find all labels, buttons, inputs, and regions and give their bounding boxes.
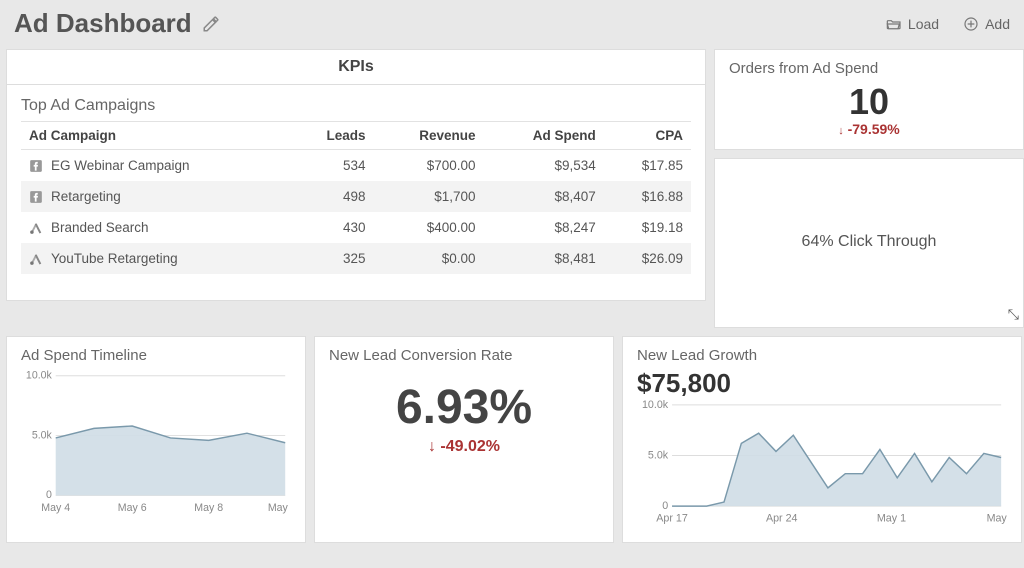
cell-leads: 430 [290, 212, 374, 243]
ctr-text: 64% Click Through [802, 233, 937, 251]
cell-leads: 325 [290, 243, 374, 274]
svg-text:10.0k: 10.0k [26, 370, 53, 382]
arrow-down-icon: ↓ [838, 125, 844, 137]
campaigns-table: Ad Campaign Leads Revenue Ad Spend CPA E… [21, 121, 691, 274]
google-ads-icon [29, 221, 43, 235]
campaign-name: YouTube Retargeting [51, 251, 178, 266]
lead-growth-chart: 0 5.0k 10.0k Apr 17 Apr 24 May 1 May 8 [637, 399, 1007, 526]
lead-growth-card: New Lead Growth $75,800 0 5.0k 10.0k Apr 17… [622, 336, 1022, 544]
cell-leads: 534 [290, 150, 374, 182]
svg-text:May 1: May 1 [877, 512, 906, 524]
cell-leads: 498 [290, 181, 374, 212]
lead-growth-value: $75,800 [637, 368, 1007, 399]
col-leads[interactable]: Leads [290, 122, 374, 150]
spend-timeline-card: Ad Spend Timeline 0 5.0k 10.0k May 4 May 6 Ma… [6, 336, 306, 544]
table-header-row: Ad Campaign Leads Revenue Ad Spend CPA [21, 122, 691, 150]
facebook-icon [29, 190, 43, 204]
load-label: Load [908, 16, 939, 32]
cell-cpa: $26.09 [604, 243, 691, 274]
cell-cpa: $17.85 [604, 150, 691, 182]
orders-delta-value: -79.59% [848, 121, 900, 137]
load-button[interactable]: Load [886, 16, 939, 32]
cell-spend: $8,247 [484, 212, 604, 243]
svg-text:5.0k: 5.0k [648, 449, 669, 461]
svg-text:May 4: May 4 [41, 502, 70, 514]
svg-text:Apr 24: Apr 24 [766, 512, 798, 524]
add-label: Add [985, 16, 1010, 32]
orders-title: Orders from Ad Spend [729, 60, 1009, 77]
cell-revenue: $0.00 [374, 243, 484, 274]
svg-text:May 8: May 8 [987, 512, 1007, 524]
resize-handle-icon[interactable]: ⤡ [1008, 306, 1019, 323]
cell-revenue: $400.00 [374, 212, 484, 243]
cell-spend: $9,534 [484, 150, 604, 182]
orders-card: Orders from Ad Spend 10 ↓ -79.59% [714, 49, 1024, 150]
facebook-icon [29, 159, 43, 173]
cell-spend: $8,481 [484, 243, 604, 274]
cell-cpa: $16.88 [604, 181, 691, 212]
folder-open-icon [886, 16, 902, 32]
cell-spend: $8,407 [484, 181, 604, 212]
table-row[interactable]: YouTube Retargeting 325$0.00$8,481$26.09 [21, 243, 691, 274]
conversion-title: New Lead Conversion Rate [329, 347, 599, 364]
campaign-name: EG Webinar Campaign [51, 158, 190, 173]
right-column: Orders from Ad Spend 10 ↓ -79.59% 64% Cl… [714, 49, 1024, 328]
svg-text:0: 0 [662, 500, 668, 512]
svg-text:May 10: May 10 [268, 502, 291, 514]
lead-growth-title: New Lead Growth [637, 347, 1007, 364]
svg-text:May 8: May 8 [194, 502, 223, 514]
page-title: Ad Dashboard [14, 8, 192, 39]
campaign-name: Branded Search [51, 220, 149, 235]
kpis-section: KPIs Top Ad Campaigns Ad Campaign Leads … [6, 49, 706, 328]
cell-cpa: $19.18 [604, 212, 691, 243]
conversion-delta-value: -49.02% [440, 438, 500, 455]
orders-value: 10 [729, 83, 1009, 121]
table-row[interactable]: Branded Search 430$400.00$8,247$19.18 [21, 212, 691, 243]
kpis-header: KPIs [6, 49, 706, 84]
svg-text:10.0k: 10.0k [642, 399, 669, 411]
svg-text:0: 0 [46, 489, 52, 501]
kpis-body: Top Ad Campaigns Ad Campaign Leads Reven… [6, 84, 706, 301]
header-actions: Load Add [886, 16, 1010, 32]
add-button[interactable]: Add [963, 16, 1010, 32]
cell-revenue: $1,700 [374, 181, 484, 212]
col-spend[interactable]: Ad Spend [484, 122, 604, 150]
orders-delta: ↓ -79.59% [729, 121, 1009, 137]
ctr-card: 64% Click Through ⤡ [714, 158, 1024, 328]
col-revenue[interactable]: Revenue [374, 122, 484, 150]
header-left: Ad Dashboard [14, 8, 220, 39]
conversion-delta: ↓ -49.02% [329, 438, 599, 456]
conversion-value: 6.93% [329, 384, 599, 432]
spend-timeline-title: Ad Spend Timeline [21, 347, 291, 364]
table-row[interactable]: EG Webinar Campaign 534$700.00$9,534$17.8… [21, 150, 691, 182]
arrow-down-icon: ↓ [428, 438, 436, 455]
google-ads-icon [29, 252, 43, 266]
col-campaign[interactable]: Ad Campaign [21, 122, 290, 150]
bottom-row: Ad Spend Timeline 0 5.0k 10.0k May 4 May 6 Ma… [6, 336, 1024, 544]
page-header: Ad Dashboard Load Add [0, 0, 1024, 49]
campaign-name: Retargeting [51, 189, 121, 204]
svg-text:Apr 17: Apr 17 [656, 512, 688, 524]
col-cpa[interactable]: CPA [604, 122, 691, 150]
campaigns-title: Top Ad Campaigns [21, 97, 691, 115]
svg-text:5.0k: 5.0k [32, 429, 53, 441]
svg-text:May 6: May 6 [118, 502, 147, 514]
table-row[interactable]: Retargeting 498$1,700$8,407$16.88 [21, 181, 691, 212]
spend-timeline-chart: 0 5.0k 10.0k May 4 May 6 May 8 May 10 [21, 370, 291, 515]
edit-icon[interactable] [202, 15, 220, 33]
conversion-card: New Lead Conversion Rate 6.93% ↓ -49.02% [314, 336, 614, 544]
cell-revenue: $700.00 [374, 150, 484, 182]
plus-circle-icon [963, 16, 979, 32]
